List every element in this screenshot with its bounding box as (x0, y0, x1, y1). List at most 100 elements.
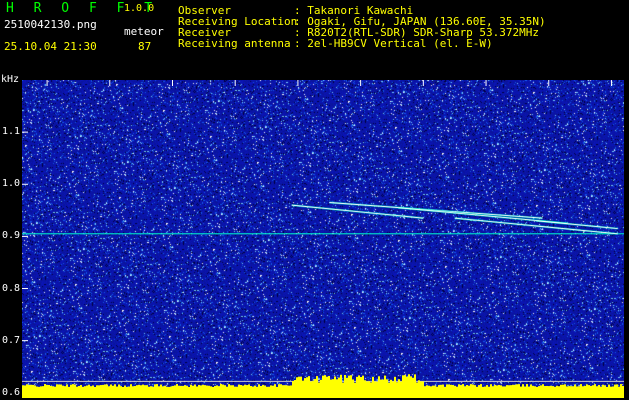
amplitude-bar (562, 384, 564, 398)
amplitude-bar (582, 386, 584, 398)
amplitude-bar (386, 379, 388, 398)
amplitude-bar (130, 384, 132, 398)
amplitude-bar (590, 385, 592, 398)
amplitude-bar (138, 384, 140, 398)
amplitude-bar (200, 385, 202, 398)
amplitude-bar (116, 386, 118, 398)
y-tick-label: 0.6 (2, 386, 21, 398)
amplitude-bar (444, 386, 446, 398)
y-tick-label: 0.9 (2, 230, 21, 242)
amplitude-bar (500, 385, 502, 398)
meteor-label: meteor (124, 25, 164, 38)
amplitude-bar (172, 385, 174, 398)
amplitude-bar (356, 376, 358, 398)
amplitude-bar (448, 384, 450, 398)
amplitude-bar (530, 384, 532, 398)
amplitude-bar (432, 385, 434, 398)
app-version: 1.0.0 (124, 3, 155, 14)
y-tick-label: 0.7 (2, 334, 21, 346)
amplitude-bar (82, 386, 84, 398)
amplitude-bar (146, 385, 148, 398)
amplitude-bar (300, 376, 302, 398)
amplitude-bar (536, 386, 538, 398)
amplitude-bar (292, 381, 294, 398)
amplitude-bar (80, 385, 82, 398)
amplitude-bar (476, 386, 478, 398)
amplitude-bar (34, 385, 36, 398)
amplitude-bar (176, 384, 178, 398)
amplitude-bar (196, 386, 198, 398)
amplitude-bar (580, 384, 582, 398)
amplitude-bar (334, 376, 336, 398)
amplitude-bar (460, 385, 462, 398)
amplitude-bar (326, 376, 328, 398)
spectrogram (22, 80, 624, 398)
amplitude-bar (174, 385, 176, 398)
amplitude-bar (478, 385, 480, 398)
amplitude-bar (266, 386, 268, 398)
amplitude-bar (76, 386, 78, 398)
amplitude-bar (294, 380, 296, 398)
amplitude-bar (272, 385, 274, 398)
amplitude-bar (466, 385, 468, 398)
amplitude-bar (422, 381, 424, 398)
amplitude-bar (510, 385, 512, 398)
amplitude-bar (594, 384, 596, 398)
amplitude-bar (212, 386, 214, 398)
amplitude-bar (24, 385, 26, 398)
amplitude-bar (552, 386, 554, 398)
amplitude-bar (492, 386, 494, 398)
amplitude-bar (274, 384, 276, 398)
amplitude-bar (612, 386, 614, 398)
amplitude-bar (128, 386, 130, 398)
amplitude-bar (62, 385, 64, 398)
amplitude-bar (64, 386, 66, 398)
amplitude-bar (160, 384, 162, 398)
amplitude-bar (592, 385, 594, 398)
amplitude-bar (282, 385, 284, 398)
y-tick-label: 0.8 (2, 282, 21, 294)
amplitude-bar (596, 386, 598, 398)
amplitude-bar (586, 384, 588, 398)
amplitude-bar (270, 385, 272, 398)
amplitude-bar (550, 385, 552, 398)
amplitude-bar (468, 385, 470, 398)
amplitude-bar (122, 386, 124, 398)
amplitude-bar (442, 384, 444, 398)
amplitude-bar (256, 386, 258, 398)
amplitude-bar (504, 386, 506, 398)
amplitude-bar (390, 379, 392, 398)
amplitude-bar (616, 384, 618, 398)
amplitude-bar (150, 386, 152, 398)
meteor-count: 87 (138, 40, 152, 53)
amplitude-bar (154, 384, 156, 398)
amplitude-bar (106, 384, 108, 398)
info-antenna-key: Receiving antenna (178, 37, 291, 50)
amplitude-bar (622, 385, 624, 398)
amplitude-bar (344, 374, 346, 398)
amplitude-bar (44, 384, 46, 398)
amplitude-bar (428, 385, 430, 398)
amplitude-bar (96, 385, 98, 398)
amplitude-bar (224, 385, 226, 398)
amplitude-bar (366, 381, 368, 398)
amplitude-bar (136, 385, 138, 398)
amplitude-bar (32, 384, 34, 398)
amplitude-bar (568, 386, 570, 398)
amplitude-bar (54, 386, 56, 398)
amplitude-bar (140, 385, 142, 398)
date-time: 25.10.04 21:30 (4, 40, 97, 53)
amplitude-bar (546, 385, 548, 398)
amplitude-bar (236, 386, 238, 398)
amplitude-bar (110, 384, 112, 398)
amplitude-bar (220, 384, 222, 398)
amplitude-bar (302, 380, 304, 398)
amplitude-bar (28, 384, 30, 398)
amplitude-bar (610, 386, 612, 398)
y-tick-label: 1.0 (2, 178, 21, 190)
amplitude-bar (502, 386, 504, 398)
amplitude-bar (232, 385, 234, 398)
amplitude-bar (66, 384, 68, 398)
amplitude-bar (404, 375, 406, 398)
y-tick-label: 1.1 (2, 126, 21, 138)
